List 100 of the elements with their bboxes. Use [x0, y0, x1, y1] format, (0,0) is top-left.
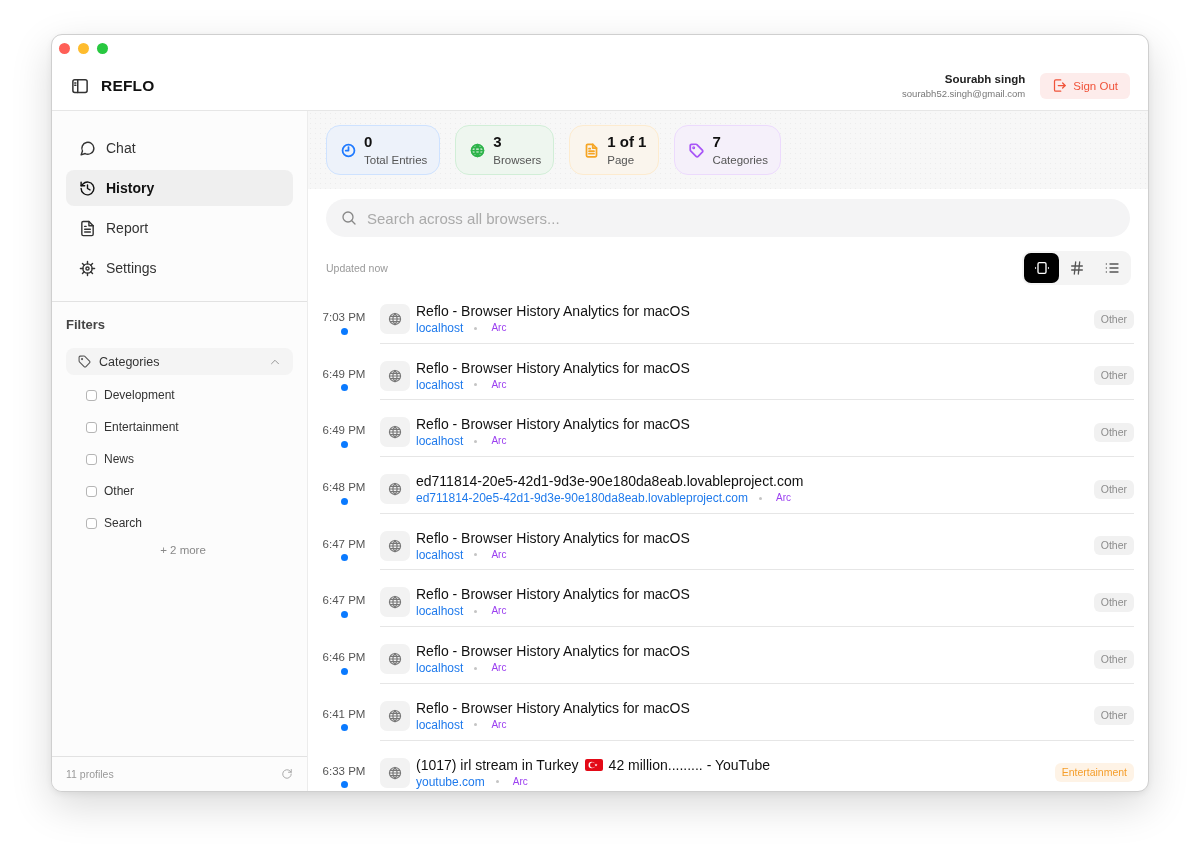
- browser-label: Arc: [491, 434, 507, 449]
- checkbox[interactable]: [86, 421, 97, 433]
- stat-value: 1 of 1: [607, 133, 647, 151]
- domain-link[interactable]: localhost: [416, 660, 464, 677]
- browser-label: Arc: [491, 321, 507, 335]
- search-field[interactable]: Search across all browsers...: [326, 199, 1130, 237]
- separator-dot-icon: [474, 609, 478, 613]
- checkbox[interactable]: [86, 517, 97, 529]
- globe-icon: [380, 587, 410, 618]
- nav-item[interactable]: Chat: [66, 130, 293, 166]
- domain-link[interactable]: localhost: [416, 546, 464, 563]
- page-title[interactable]: 42 million......... - YouTube: [608, 755, 770, 774]
- timeline-view-button[interactable]: [1024, 253, 1059, 283]
- timeline-dot-icon: [340, 497, 348, 505]
- timeline-dot-icon: [340, 440, 348, 448]
- separator-dot-icon: [474, 723, 478, 727]
- domain-link[interactable]: localhost: [416, 433, 464, 450]
- globe-icon: [380, 757, 410, 788]
- page-title[interactable]: Reflo - Browser History Analytics for macOS: [416, 415, 690, 434]
- browser-label: Arc: [776, 491, 792, 506]
- globe-icon: [380, 360, 410, 391]
- close-icon[interactable]: [59, 42, 70, 54]
- domain-link[interactable]: ed711814-20e5-42d1-9d3e-90e180da8eab.lovableproject.com: [416, 490, 749, 507]
- zoom-icon[interactable]: [97, 42, 108, 54]
- checkbox[interactable]: [86, 389, 97, 401]
- category-badge: Other: [1093, 479, 1134, 499]
- filters-heading: Filters: [66, 317, 106, 333]
- time-label: 6:49 PM: [322, 366, 366, 381]
- stat-value: 7: [712, 133, 722, 151]
- user-name: Sourabh singh: [944, 72, 1026, 85]
- time-label: 6:33 PM: [322, 763, 366, 778]
- categories-toggle[interactable]: Categories: [66, 348, 293, 375]
- category-badge: Other: [1093, 366, 1134, 386]
- refresh-icon[interactable]: [281, 768, 293, 780]
- nav-item[interactable]: History: [66, 170, 293, 206]
- page-title[interactable]: ed711814-20e5-42d1-9d3e-90e180da8eab.lovableproject.com: [416, 472, 804, 491]
- page-title[interactable]: Reflo - Browser History Analytics for macOS: [416, 528, 690, 547]
- app-name: REFLO: [101, 76, 155, 95]
- globe-icon: [380, 417, 410, 448]
- timeline-dot-icon: [340, 554, 348, 562]
- profiles-count: 11 profiles: [66, 768, 114, 780]
- user-email: sourabh52.singh@gmail.com: [902, 87, 1026, 99]
- globe-icon: [380, 700, 410, 731]
- browser-label: Arc: [491, 377, 507, 392]
- browser-label: Arc: [512, 774, 528, 789]
- timeline-dot-icon: [340, 327, 348, 335]
- page-title[interactable]: Reflo - Browser History Analytics for macOS: [416, 698, 690, 717]
- category-badge: Other: [1093, 309, 1134, 329]
- stat-value: 3: [493, 133, 503, 151]
- timeline-dot-icon: [340, 610, 348, 618]
- category-badge: Entertainment: [1054, 763, 1134, 782]
- checkbox[interactable]: [86, 485, 97, 497]
- category-badge: Other: [1093, 592, 1134, 612]
- sign-out-icon: [1052, 78, 1068, 93]
- time-label: 6:47 PM: [322, 536, 366, 551]
- page-title[interactable]: Reflo - Browser History Analytics for macOS: [416, 302, 690, 320]
- separator-dot-icon: [759, 496, 763, 500]
- category-badge: Other: [1093, 422, 1134, 442]
- checkbox-label: Entertainment: [104, 420, 179, 434]
- page-title[interactable]: Reflo - Browser History Analytics for macOS: [416, 642, 690, 661]
- timeline-dot-icon: [340, 781, 348, 788]
- timeline-dot-icon: [340, 667, 348, 675]
- minimize-icon[interactable]: [78, 42, 89, 54]
- domain-link[interactable]: localhost: [416, 376, 464, 393]
- browser-label: Arc: [491, 661, 507, 676]
- settings-icon: [79, 259, 96, 277]
- domain-link[interactable]: localhost: [416, 716, 464, 733]
- page-title[interactable]: Reflo - Browser History Analytics for macOS: [416, 585, 690, 604]
- domain-link[interactable]: localhost: [416, 320, 464, 336]
- domain-link[interactable]: youtube.com: [416, 773, 485, 790]
- search-icon: [341, 210, 357, 226]
- nav-item[interactable]: Settings: [66, 250, 293, 286]
- stat-label: Page: [607, 153, 636, 167]
- separator-dot-icon: [474, 439, 478, 443]
- sidebar-icon[interactable]: [71, 76, 89, 95]
- checkbox[interactable]: [86, 453, 97, 465]
- time-label: 6:47 PM: [322, 593, 366, 608]
- frame-icon: [1033, 260, 1050, 276]
- stat-label: Total Entries: [364, 153, 428, 167]
- separator-dot-icon: [474, 666, 478, 670]
- globe-icon: [380, 644, 410, 675]
- domain-link[interactable]: localhost: [416, 603, 464, 620]
- update-status: Updated now: [326, 262, 388, 274]
- stat-label: Browsers: [493, 153, 542, 167]
- stat-value: 0: [364, 133, 374, 151]
- nav-item[interactable]: Report: [66, 210, 293, 246]
- separator-dot-icon: [495, 780, 499, 783]
- chat-bubble-icon: [79, 139, 96, 157]
- timeline-dot-icon: [340, 724, 348, 732]
- globe-icon: [380, 530, 410, 561]
- show-more-link[interactable]: + 2 more: [153, 542, 206, 558]
- list-icon: [1103, 260, 1120, 276]
- browser-label: Arc: [491, 717, 507, 732]
- tag-icon: [78, 355, 91, 368]
- hash-icon: [1068, 260, 1085, 276]
- page-title[interactable]: (1017) irl stream in Turkey: [416, 755, 579, 774]
- page-title[interactable]: Reflo - Browser History Analytics for macOS: [416, 358, 690, 377]
- browser-label: Arc: [491, 547, 507, 562]
- category-badge: Other: [1093, 706, 1134, 726]
- separator-dot-icon: [474, 326, 478, 330]
